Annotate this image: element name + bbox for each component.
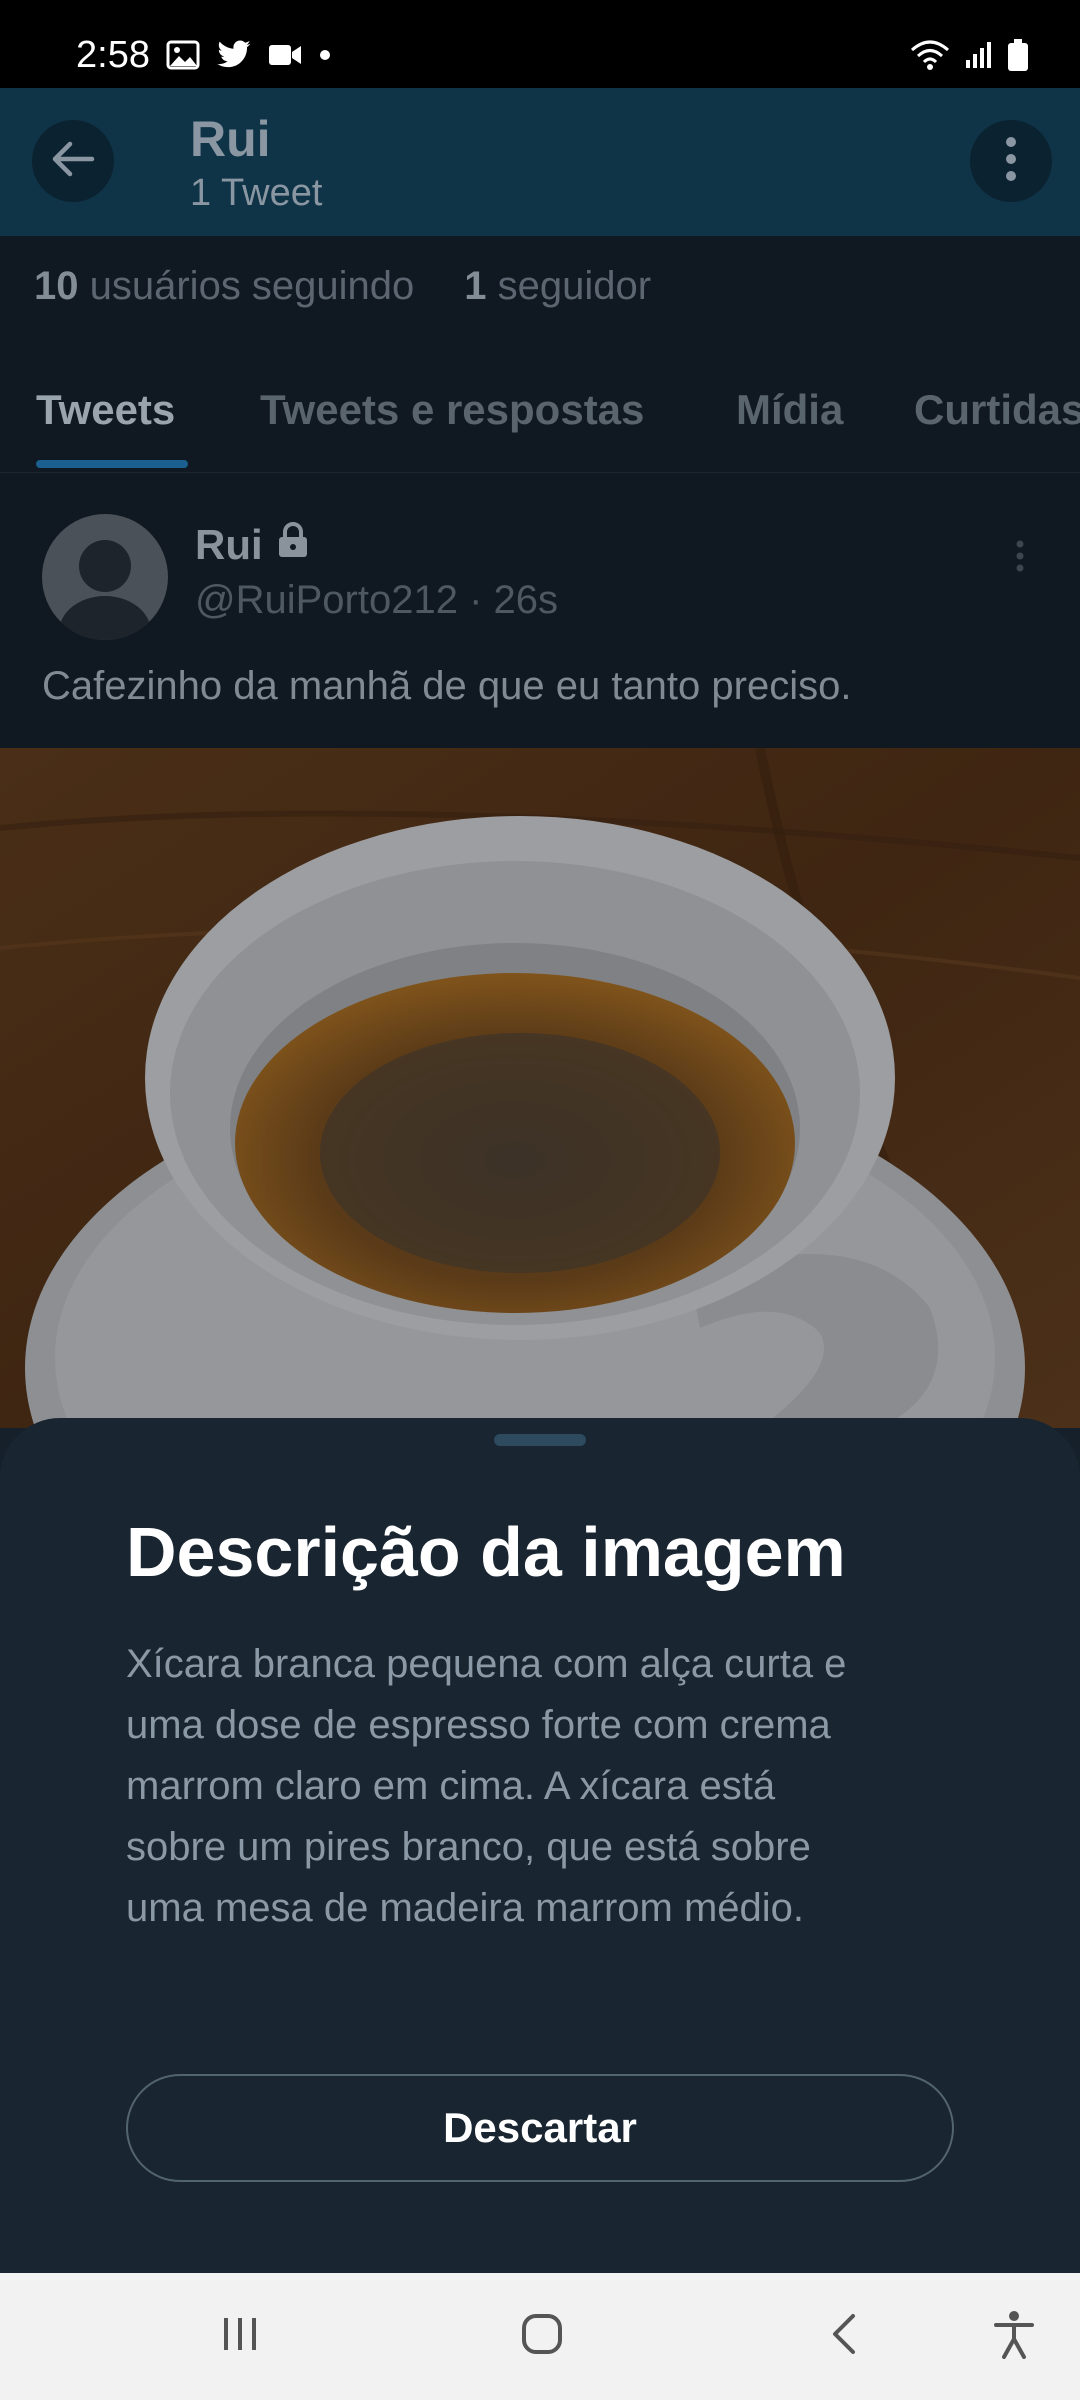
dot-icon [318,48,332,67]
tweet-text: Cafezinho da manhã de que eu tanto preci… [42,664,852,708]
page-title: Rui [190,111,271,167]
sheet-title: Descrição da imagem [126,1513,846,1591]
tweet-more-button[interactable] [1014,538,1026,579]
tweet-count: 1 Tweet [190,172,323,214]
recent-apps-button[interactable] [180,2273,300,2400]
back-button[interactable] [32,120,114,202]
back-icon [829,2312,859,2361]
signal-icon [964,40,994,75]
profile-tabs: Tweets Tweets e respostas Mídia Curtidas [0,370,1080,473]
lock-icon [273,520,313,570]
tab-tweets[interactable]: Tweets [36,386,175,434]
battery-icon [1006,38,1030,77]
home-button[interactable] [482,2273,602,2400]
gallery-icon [166,40,200,75]
more-vertical-icon [1005,134,1017,189]
following-link[interactable]: 10 usuários seguindo [34,264,414,309]
accessibility-button[interactable] [954,2273,1074,2400]
sheet-drag-handle[interactable] [494,1434,586,1446]
system-navigation-bar [0,2273,1080,2400]
status-time: 2:58 [76,34,150,76]
tweet-handle-time: @RuiPorto212 · 26s [195,578,559,622]
avatar[interactable] [42,514,168,640]
recent-apps-icon [220,2314,260,2359]
home-icon [520,2312,564,2361]
twitter-icon [216,40,252,75]
more-vertical-icon [1014,540,1026,578]
status-bar: 2:58 [0,0,1080,88]
tweet-author[interactable]: Rui [195,520,313,570]
more-options-button[interactable] [970,120,1052,202]
tab-tweets-replies[interactable]: Tweets e respostas [260,386,644,434]
follow-stats: 10 usuários seguindo 1 seguidor [34,264,651,309]
wifi-icon [908,38,952,77]
status-system-icons [908,38,1030,77]
dismiss-button[interactable]: Descartar [126,2074,954,2182]
back-nav-button[interactable] [784,2273,904,2400]
video-icon [268,42,302,73]
status-notification-icons [166,40,332,75]
active-tab-indicator [36,460,188,468]
arrow-left-icon [50,139,96,184]
profile-header [0,88,1080,236]
image-description-text: Xícara branca pequena com alça curta e u… [126,1642,847,1930]
tab-media[interactable]: Mídia [736,386,843,434]
followers-link[interactable]: 1 seguidor [464,264,651,309]
tab-likes[interactable]: Curtidas [914,386,1080,434]
tweet-image[interactable] [0,748,1080,1428]
accessibility-icon [992,2309,1036,2364]
